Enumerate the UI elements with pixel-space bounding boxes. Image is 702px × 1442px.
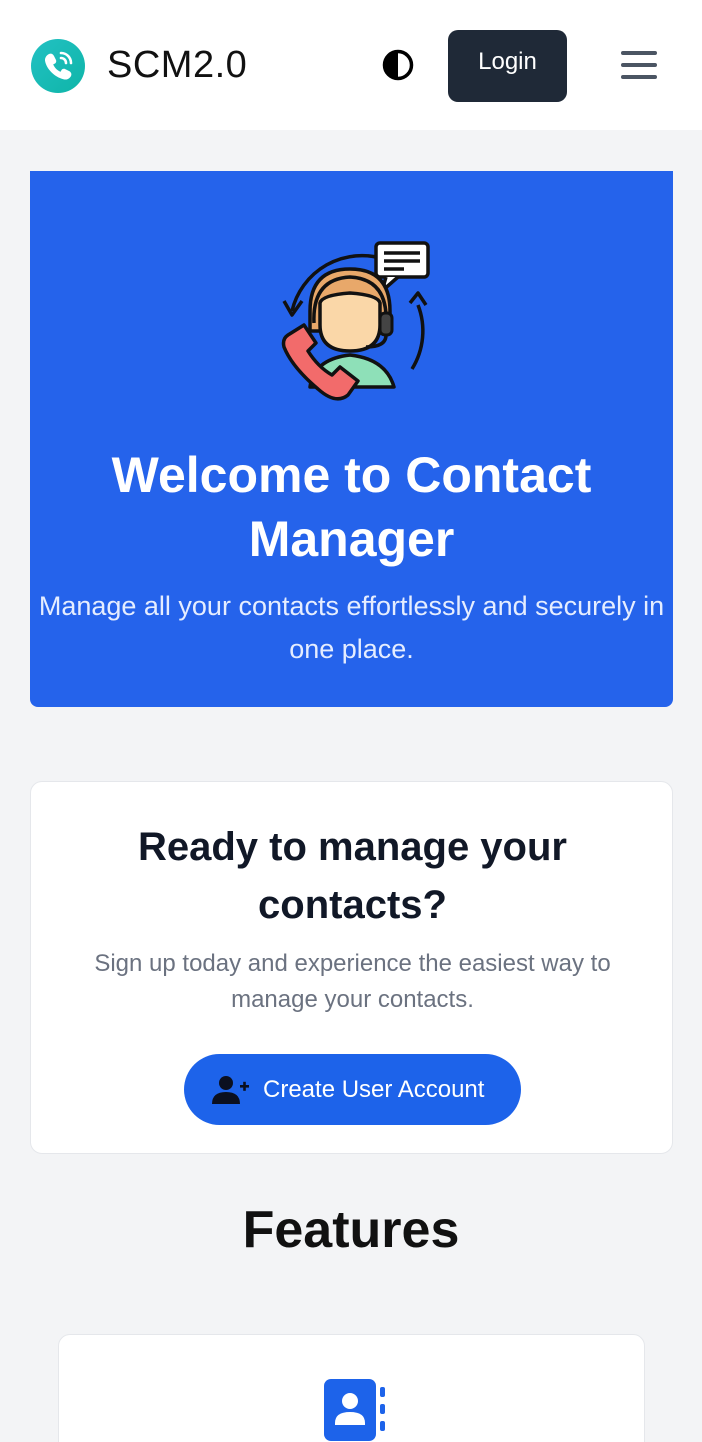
- cta-description: Sign up today and experience the easiest…: [94, 950, 611, 1013]
- hero-subtitle: Manage all your contacts effortlessly an…: [38, 591, 665, 664]
- features-heading: Features: [242, 1201, 460, 1259]
- cta-title: Ready to manage your contacts?: [137, 825, 567, 927]
- login-button[interactable]: Login: [448, 30, 567, 102]
- navbar: SCM2.0 Login: [0, 0, 702, 130]
- address-book-icon: [324, 1379, 385, 1441]
- theme-toggle-icon[interactable]: [381, 48, 415, 82]
- brand-name[interactable]: SCM2.0: [107, 40, 247, 90]
- phone-call-logo-icon[interactable]: [30, 38, 86, 94]
- hero-banner: Welcome to Contact Manager Manage all yo…: [30, 171, 673, 707]
- hero-title: Welcome to Contact Manager: [111, 447, 592, 567]
- hamburger-menu-icon[interactable]: [620, 48, 658, 82]
- user-plus-icon: [212, 1076, 249, 1104]
- customer-support-agent-icon: [281, 241, 430, 401]
- create-user-account-button[interactable]: Create User Account: [184, 1054, 521, 1125]
- signup-cta-card: Ready to manage your contacts? Sign up t…: [30, 781, 673, 1154]
- create-user-account-label: Create User Account: [263, 1076, 485, 1103]
- feature-card: [58, 1334, 645, 1442]
